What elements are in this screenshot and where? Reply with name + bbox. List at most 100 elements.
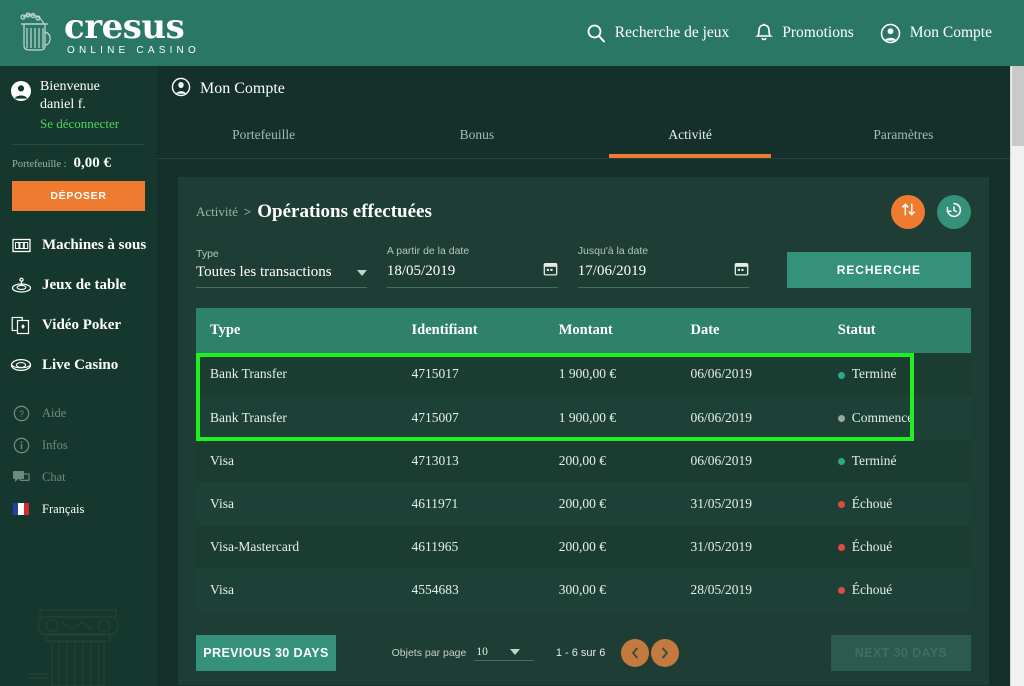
tab-parametres[interactable]: Paramètres	[797, 112, 1010, 158]
avatar	[10, 80, 32, 134]
sidebar-item-help[interactable]: ? Aide	[0, 397, 157, 429]
topnav-label: Promotions	[782, 24, 853, 42]
transactions-table: Type Identifiant Montant Date Statut Ban…	[196, 308, 971, 612]
sidebar-item-label: Infos	[42, 438, 68, 453]
casino-chips-icon	[8, 357, 34, 373]
deposit-button[interactable]: DÉPOSER	[12, 181, 145, 211]
sidebar-item-slots[interactable]: Machines à sous	[0, 225, 157, 265]
items-per-page-label: Objets par page	[392, 647, 467, 659]
tab-portefeuille[interactable]: Portefeuille	[157, 112, 370, 158]
table-body: Bank Transfer 4715017 1 900,00 € 06/06/2…	[196, 353, 971, 611]
welcome-username: daniel f.	[40, 96, 119, 114]
sidebar-item-language[interactable]: Français	[0, 493, 157, 525]
sidebar-item-video-poker[interactable]: Vidéo Poker	[0, 305, 157, 345]
bell-icon	[755, 23, 773, 43]
sidebar-item-chat[interactable]: Chat	[0, 461, 157, 493]
topnav-item-my-account[interactable]: Mon Compte	[880, 23, 992, 44]
transfer-arrows-icon	[900, 201, 917, 223]
cell-montant: 300,00 €	[545, 568, 677, 611]
chevron-right-icon	[660, 647, 670, 659]
french-flag-icon	[8, 503, 34, 515]
cell-identifiant: 4713013	[398, 439, 545, 482]
date-to-filter[interactable]: Jusqu'à la date 17/06/2019	[578, 245, 749, 288]
table-header-row: Type Identifiant Montant Date Statut	[196, 308, 971, 353]
table-row[interactable]: Bank Transfer 4715007 1 900,00 € 06/06/2…	[196, 396, 971, 439]
table-row[interactable]: Visa 4554683 300,00 € 28/05/2019 Échoué	[196, 568, 971, 611]
calendar-icon[interactable]	[543, 261, 558, 281]
column-header-date: Date	[677, 308, 824, 353]
previous-page-button[interactable]	[621, 639, 649, 667]
table-row[interactable]: Visa-Mastercard 4611965 200,00 € 31/05/2…	[196, 525, 971, 568]
type-filter[interactable]: Type Toutes les transactions	[196, 248, 367, 288]
cell-date: 06/06/2019	[677, 396, 824, 439]
account-tabs: Portefeuille Bonus Activité Paramètres	[157, 112, 1010, 158]
info-circle-icon	[8, 437, 34, 454]
topnav-item-game-search[interactable]: Recherche de jeux	[586, 23, 729, 43]
sidebar-item-label: Vidéo Poker	[42, 317, 121, 334]
history-clock-icon	[945, 201, 963, 224]
status-dot	[838, 587, 845, 594]
topbar-right-filler	[1010, 0, 1024, 66]
cell-statut: Échoué	[824, 482, 971, 525]
sidebar-item-label: Aide	[42, 406, 66, 421]
cell-date: 06/06/2019	[677, 353, 824, 396]
cell-date: 06/06/2019	[677, 439, 824, 482]
chat-bubble-icon	[8, 469, 34, 485]
breadcrumb-current: Opérations effectuées	[257, 201, 432, 223]
cell-statut: Échoué	[824, 525, 971, 568]
topnav-label: Recherche de jeux	[615, 24, 729, 42]
date-to-value: 17/06/2019	[578, 263, 734, 280]
previous-30-days-button[interactable]: PREVIOUS 30 DAYS	[196, 635, 336, 671]
items-per-page-select[interactable]: 10	[474, 646, 534, 661]
next-page-button[interactable]	[651, 639, 679, 667]
type-filter-label: Type	[196, 248, 367, 260]
brand-logo[interactable]: cresus ONLINE CASINO	[14, 11, 200, 56]
chevron-left-icon	[630, 647, 640, 659]
transfer-button[interactable]	[891, 195, 925, 229]
slot-machine-icon	[8, 237, 34, 254]
cell-statut: Terminé	[824, 353, 971, 396]
cell-date: 28/05/2019	[677, 568, 824, 611]
next-30-days-button[interactable]: NEXT 30 DAYS	[831, 635, 971, 671]
wallet-balance: 0,00 €	[74, 155, 112, 172]
status-dot	[838, 415, 845, 422]
top-navigation: Recherche de jeux Promotions Mon Compte	[560, 23, 1010, 44]
sidebar: Bienvenue daniel f. Se déconnecter Porte…	[0, 66, 157, 686]
activity-panel: Activité > Opérations effectuées	[178, 177, 989, 685]
page-scrollbar[interactable]	[1010, 66, 1024, 686]
scrollbar-thumb[interactable]	[1012, 66, 1024, 146]
sidebar-item-table-games[interactable]: Jeux de table	[0, 265, 157, 305]
tabs-divider	[157, 158, 1010, 159]
status-badge: Terminé	[852, 366, 897, 381]
sidebar-item-live-casino[interactable]: Live Casino	[0, 345, 157, 385]
table-row[interactable]: Bank Transfer 4715017 1 900,00 € 06/06/2…	[196, 353, 971, 396]
user-circle-icon	[171, 77, 191, 102]
search-button[interactable]: RECHERCHE	[787, 252, 971, 288]
date-from-filter[interactable]: A partir de la date 18/05/2019	[387, 245, 558, 288]
breadcrumb-separator: >	[244, 204, 251, 220]
brand-name: cresus	[64, 11, 200, 43]
panel-actions	[891, 195, 971, 229]
sidebar-item-label: Chat	[42, 470, 66, 485]
topnav-item-promotions[interactable]: Promotions	[755, 23, 853, 43]
roulette-icon	[8, 277, 34, 294]
calendar-icon[interactable]	[734, 261, 749, 281]
video-poker-icon	[8, 316, 34, 335]
logout-link[interactable]: Se déconnecter	[40, 114, 119, 134]
tab-bonus[interactable]: Bonus	[370, 112, 583, 158]
cell-type: Visa	[196, 439, 398, 482]
cell-statut: Terminé	[824, 439, 971, 482]
status-badge: Échoué	[852, 582, 892, 597]
topnav-label: Mon Compte	[910, 24, 992, 42]
decorative-pillar-graphic	[28, 604, 128, 686]
date-from-label: A partir de la date	[387, 245, 558, 257]
sidebar-item-infos[interactable]: Infos	[0, 429, 157, 461]
sidebar-item-label: Machines à sous	[42, 237, 146, 254]
cell-identifiant: 4611965	[398, 525, 545, 568]
table-row[interactable]: Visa 4611971 200,00 € 31/05/2019 Échoué	[196, 482, 971, 525]
tab-activite[interactable]: Activité	[584, 112, 797, 158]
history-button[interactable]	[937, 195, 971, 229]
breadcrumb-parent[interactable]: Activité	[196, 204, 238, 220]
table-row[interactable]: Visa 4713013 200,00 € 06/06/2019 Terminé	[196, 439, 971, 482]
date-to-label: Jusqu'à la date	[578, 245, 749, 257]
